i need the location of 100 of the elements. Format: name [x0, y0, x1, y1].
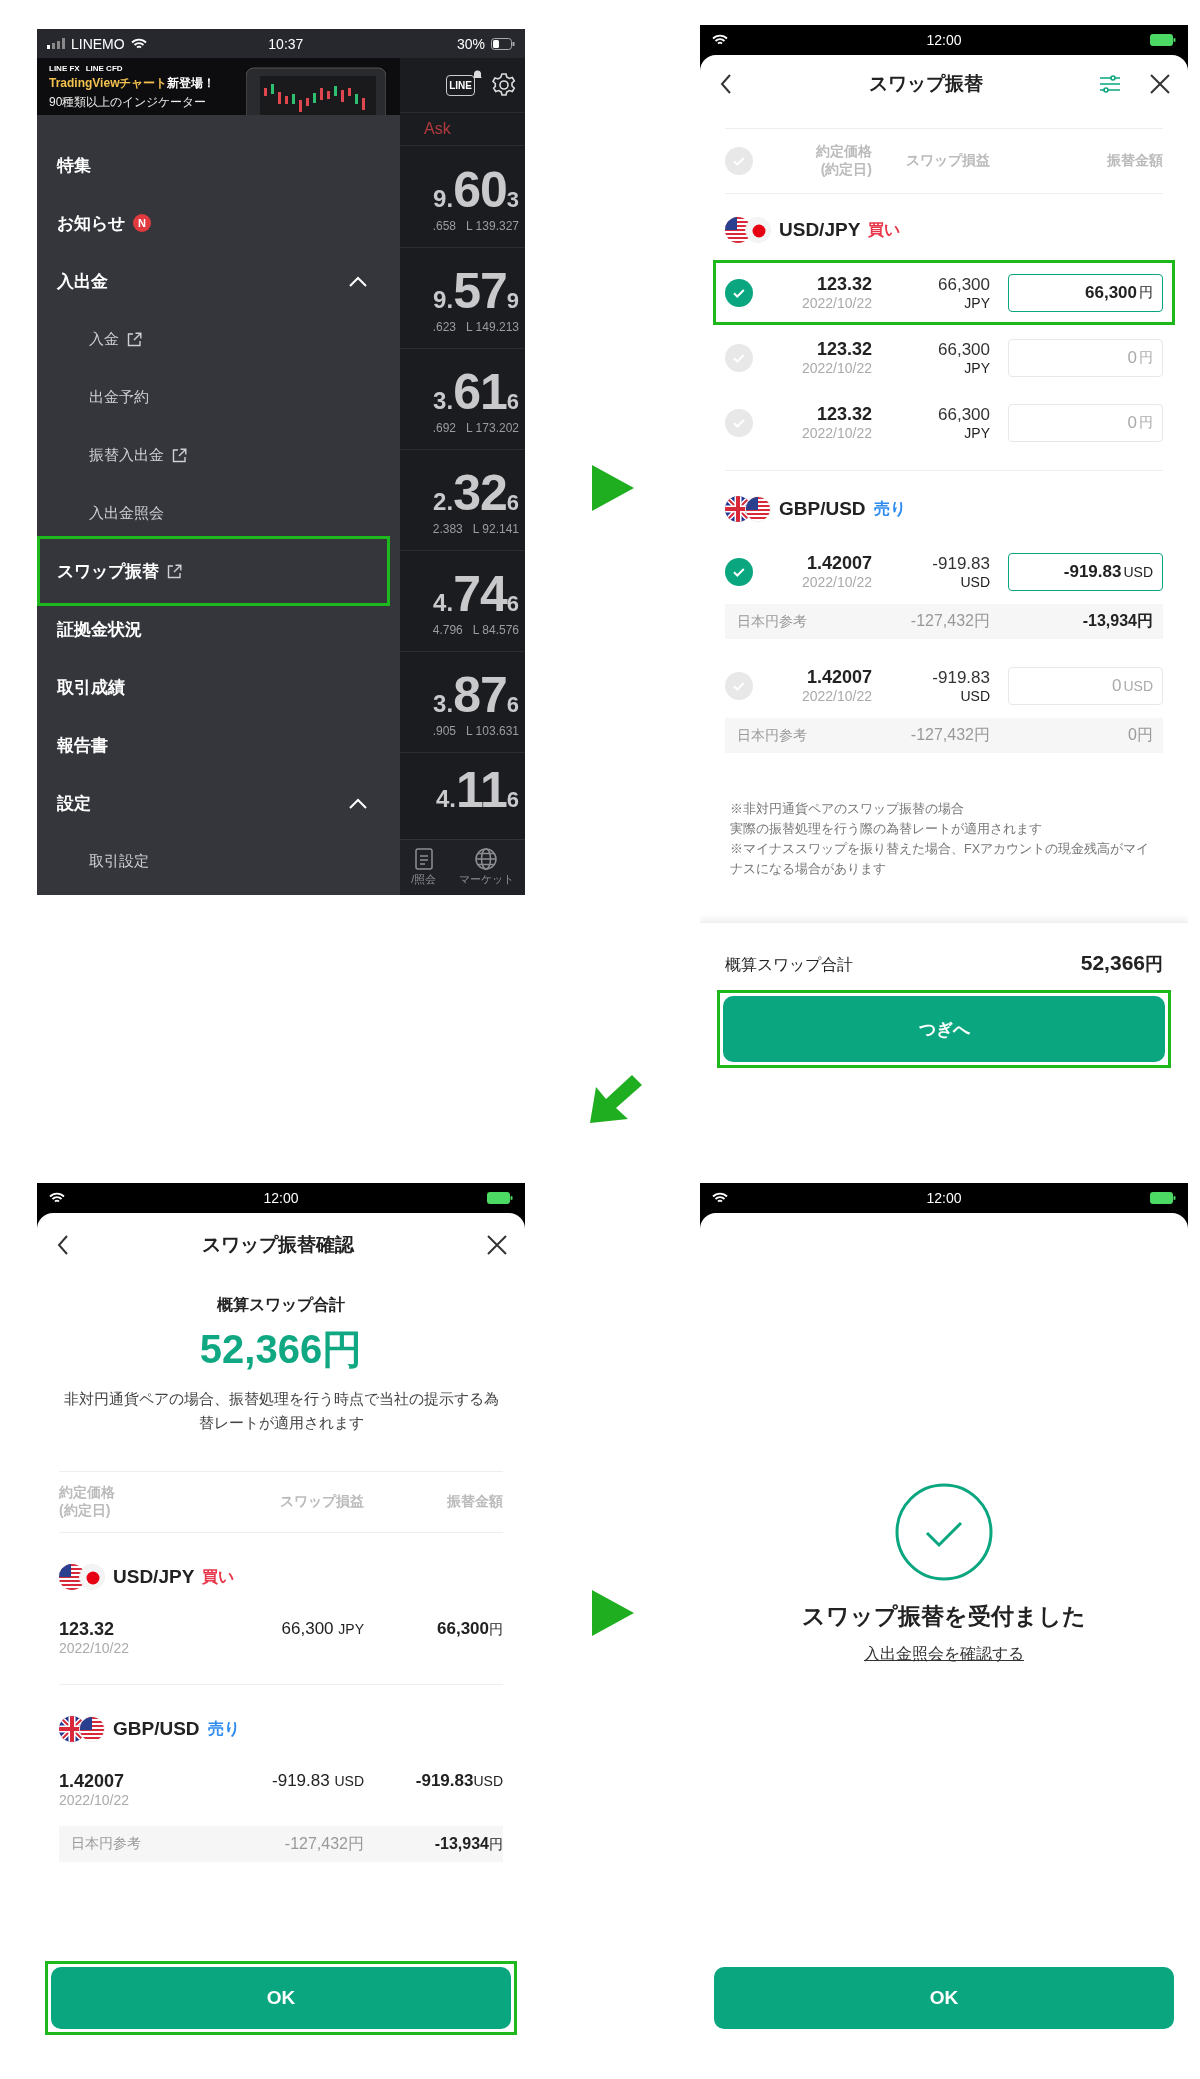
- swap-value: -919.83: [932, 667, 990, 688]
- close-icon[interactable]: [487, 1235, 507, 1255]
- wifi-icon: [49, 1192, 65, 1204]
- menu-item[interactable]: 報告書: [40, 716, 387, 774]
- menu-item[interactable]: 入出金: [40, 252, 387, 310]
- column-header: スワップ損益: [279, 1493, 364, 1511]
- contract-price: 123.32: [816, 274, 872, 295]
- submenu-item[interactable]: 出金予約: [37, 368, 400, 426]
- contract-date: 2022/10/22: [801, 360, 872, 376]
- trade-side: 売り: [873, 498, 906, 519]
- contract-price: 1.42007: [59, 1771, 126, 1792]
- contract-date: 2022/10/22: [801, 574, 872, 590]
- contract-price: 123.32: [816, 339, 872, 360]
- ask-price: 2.326: [433, 463, 519, 522]
- column-header: 約定価格 (約定日): [815, 143, 872, 179]
- menu-item[interactable]: 証拠金状況: [40, 600, 387, 658]
- ask-price: 3.616: [433, 362, 519, 421]
- back-icon[interactable]: [57, 1235, 69, 1255]
- yen-swap-value: -127,432円: [909, 611, 990, 631]
- status-time: 12:00: [926, 1190, 962, 1206]
- trade-side: 売り: [207, 1718, 240, 1739]
- menu-item[interactable]: お知らせ N: [40, 194, 387, 252]
- status-time: 10:37: [268, 35, 304, 52]
- currency-unit: JPY: [964, 424, 990, 441]
- note-text: 実際の振替処理を行う際の為替レートが適用されます: [730, 821, 1043, 838]
- submenu-item[interactable]: 振替入出金: [37, 426, 400, 484]
- bell-icon: [472, 68, 483, 80]
- contract-date: 2022/10/22: [801, 295, 872, 311]
- column-header: 約定価格 (約定日): [59, 1484, 116, 1520]
- globe-icon: [475, 847, 498, 870]
- column-label: Ask: [424, 120, 451, 139]
- tab-item[interactable]: /照会: [405, 846, 443, 888]
- high-price: .658: [432, 218, 457, 233]
- submenu-item[interactable]: 入金: [37, 310, 400, 368]
- high-price: .623: [432, 319, 457, 334]
- ask-price: 4.746: [433, 564, 519, 623]
- high-price: 4.796: [432, 622, 463, 637]
- low-price: L 103.631: [466, 723, 519, 738]
- column-header: 振替金額: [446, 1493, 503, 1511]
- checkbox[interactable]: [725, 278, 753, 307]
- brand-label: LINE FX: [49, 64, 80, 73]
- column-header: スワップ損益: [905, 152, 990, 170]
- tab-item[interactable]: マーケット: [452, 846, 520, 888]
- status-time: 12:00: [263, 1190, 299, 1206]
- total-label: 概算スワップ合計: [217, 1295, 345, 1315]
- currency-pair: USD/JPY: [779, 219, 861, 241]
- menu-item[interactable]: スワップ振替: [40, 542, 387, 600]
- submenu-item[interactable]: 入出金照会: [37, 484, 400, 542]
- low-price: L 84.576: [472, 622, 519, 637]
- notification-button[interactable]: LINE: [446, 74, 475, 96]
- currency-pair: USD/JPY: [113, 1566, 195, 1588]
- menu-item[interactable]: 特集: [40, 136, 387, 194]
- yen-swap-value: -127,432円: [909, 725, 990, 745]
- trade-side: 買い: [202, 1566, 235, 1587]
- note-text: ※非対円通貨ペアのスワップ振替の場合: [730, 801, 965, 818]
- transfer-amount: 66,300円: [436, 1619, 503, 1639]
- settings-icon[interactable]: [491, 72, 517, 99]
- contract-date: 2022/10/22: [59, 1640, 131, 1656]
- low-price: L 92.141: [472, 521, 519, 536]
- yen-swap-value: -127,432円: [283, 1833, 364, 1854]
- success-check-icon: [895, 1483, 993, 1581]
- screen-title: スワップ振替: [868, 72, 984, 96]
- chevron-icon[interactable]: [349, 797, 367, 809]
- external-link-icon: [167, 563, 182, 579]
- battery-icon: [1150, 34, 1176, 46]
- history-link[interactable]: 入出金照会を確認する: [864, 1644, 1024, 1665]
- currency-pair: GBP/USD: [779, 498, 866, 520]
- yen-amount-value: -13,934円: [1081, 611, 1154, 631]
- yen-amount-value: -13,934円: [433, 1834, 503, 1854]
- contract-price: 123.32: [59, 1619, 116, 1640]
- battery-icon: [491, 37, 515, 50]
- close-icon[interactable]: [1150, 74, 1170, 94]
- promo-banner[interactable]: LINE FX LINE CFD TradingViewチャート新登場！ 90種類以上のインジケーター: [37, 58, 400, 115]
- banner-headline: TradingViewチャート新登場！: [49, 75, 216, 92]
- currency-unit: USD: [960, 573, 990, 590]
- carrier-name: LINEMO: [71, 35, 125, 52]
- external-link-icon: [172, 447, 187, 463]
- currency-unit: JPY: [964, 359, 990, 376]
- menu-item[interactable]: 設定: [40, 774, 387, 832]
- external-link-icon: [127, 331, 142, 347]
- trade-side: 買い: [868, 219, 901, 240]
- swap-value: 66,300: [938, 339, 990, 360]
- back-icon[interactable]: [720, 74, 732, 94]
- filter-icon[interactable]: [1100, 75, 1120, 93]
- amount-field[interactable]: -919.83 USD: [1008, 552, 1163, 591]
- checkbox[interactable]: [725, 557, 753, 586]
- amount-field[interactable]: 66,300 円: [1008, 273, 1163, 312]
- submenu-item[interactable]: 取引設定: [37, 832, 400, 890]
- banner-subtitle: 90種類以上のインジケーター: [49, 94, 208, 111]
- chevron-icon[interactable]: [349, 275, 367, 287]
- total-value: 52,366円: [1080, 951, 1163, 976]
- contract-price: 123.32: [816, 404, 872, 425]
- wifi-icon: [130, 37, 147, 50]
- swap-value: -919.83: [932, 553, 990, 574]
- description-text: 非対円通貨ペアの場合、振替処理を行う時点で当社の提示する為替レートが適用されます: [63, 1389, 499, 1433]
- notification-badge: N: [133, 214, 151, 232]
- menu-item[interactable]: 取引成績: [40, 658, 387, 716]
- screen-title: スワップ振替確認: [201, 1233, 356, 1257]
- signal-icon: [47, 38, 65, 49]
- contract-date: 2022/10/22: [801, 688, 872, 704]
